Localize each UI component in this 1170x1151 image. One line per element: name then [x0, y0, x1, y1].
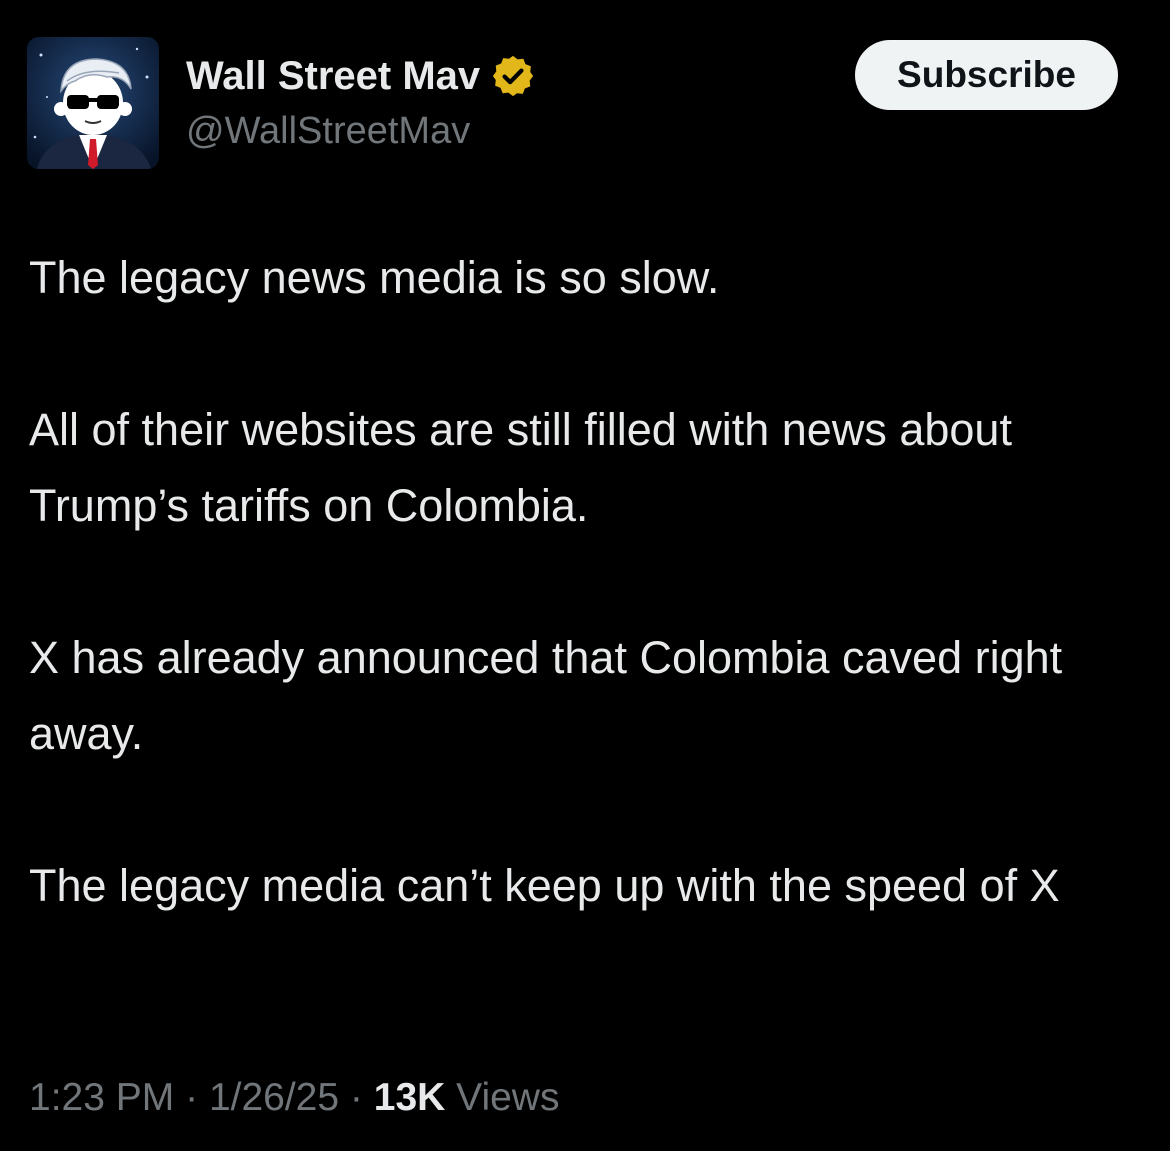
views-label[interactable]: Views — [456, 1076, 559, 1119]
tweet-paragraph: All of their websites are still filled w… — [29, 404, 1012, 531]
meta-separator: · — [185, 1076, 199, 1119]
verified-badge-icon — [490, 53, 536, 99]
tweet-text: The legacy news media is so slow. All of… — [29, 240, 1129, 924]
tweet-paragraph: The legacy media can’t keep up with the … — [29, 860, 1060, 911]
tweet-paragraph: The legacy news media is so slow. — [29, 252, 720, 303]
author-display-name[interactable]: Wall Street Mav — [186, 50, 480, 102]
tweet-paragraph: X has already announced that Colombia ca… — [29, 632, 1063, 759]
tweet-date[interactable]: 1/26/25 — [209, 1076, 339, 1119]
tweet-metadata: 1:23 PM · 1/26/25 · 13K Views — [29, 1072, 559, 1124]
author-name-row: Wall Street Mav — [186, 50, 536, 102]
author-handle[interactable]: @WallStreetMav — [186, 106, 470, 156]
meta-separator: · — [349, 1076, 363, 1119]
views-count[interactable]: 13K — [374, 1076, 446, 1119]
subscribe-button[interactable]: Subscribe — [855, 40, 1118, 110]
avatar-image — [27, 37, 159, 169]
avatar[interactable] — [27, 37, 159, 169]
tweet-time[interactable]: 1:23 PM — [29, 1076, 174, 1119]
